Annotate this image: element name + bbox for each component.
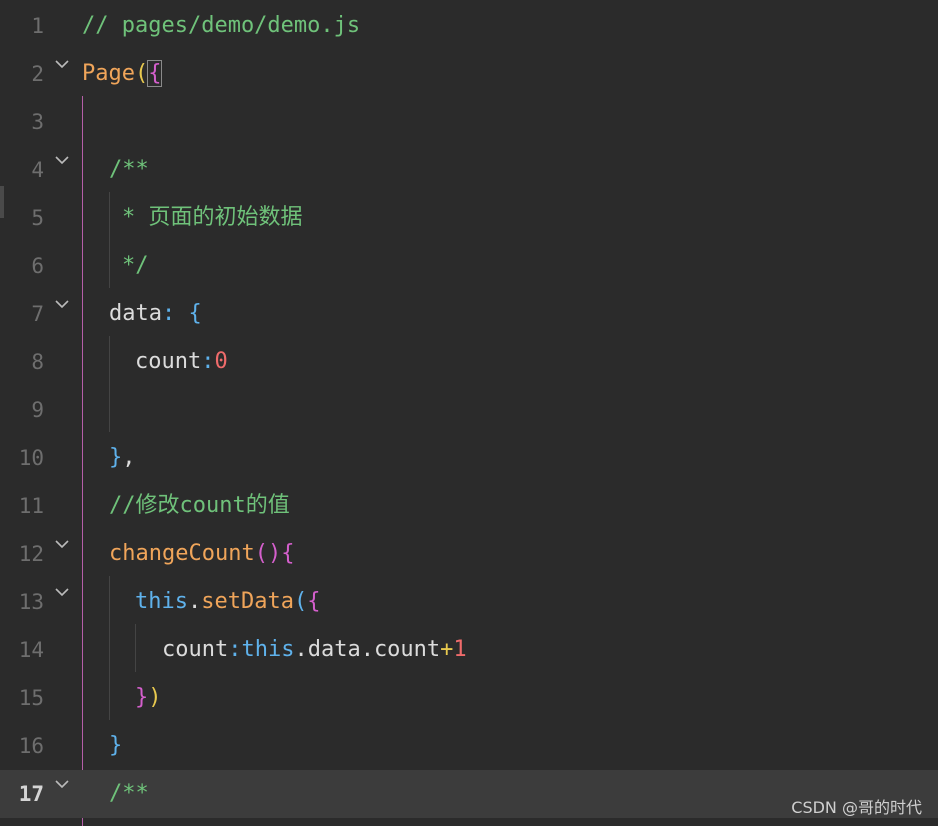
line-number: 9: [31, 398, 44, 422]
code-line[interactable]: 15 }): [0, 674, 938, 722]
line-number: 16: [18, 734, 44, 758]
code-text: },: [109, 444, 136, 472]
code-line[interactable]: 13 this.setData({: [0, 578, 938, 626]
comma: ,: [122, 445, 136, 470]
code-text: changeCount(){: [109, 540, 294, 568]
property-name: data: [109, 301, 162, 326]
line-number: 6: [31, 254, 44, 278]
code-line[interactable]: 11 //修改count的值: [0, 482, 938, 530]
code-line[interactable]: 12 changeCount(){: [0, 530, 938, 578]
comment-text: * 页面的初始数据: [122, 205, 303, 230]
paren: ): [148, 685, 162, 710]
comment-text: */: [122, 253, 149, 278]
code-line[interactable]: 6 */: [0, 242, 938, 290]
line-number: 17: [18, 782, 44, 806]
code-line[interactable]: 4 /**: [0, 146, 938, 194]
comment-text: /**: [109, 157, 149, 182]
brace: {: [147, 60, 163, 87]
line-number: 13: [18, 590, 44, 614]
number-literal: 1: [453, 637, 467, 662]
brace: }: [109, 733, 123, 758]
comment-text: // pages/demo/demo.js: [82, 13, 361, 38]
line-number: 1: [31, 14, 44, 38]
colon: :: [228, 637, 242, 662]
property-name: count: [162, 637, 229, 662]
brace: {: [307, 589, 321, 614]
code-line[interactable]: 8 count:0: [0, 338, 938, 386]
fold-chevron-icon[interactable]: [52, 54, 72, 74]
code-text: }): [135, 684, 162, 712]
brace: }: [135, 685, 149, 710]
line-number: 3: [31, 110, 44, 134]
line-number: 4: [31, 158, 44, 182]
code-editor[interactable]: 1 // pages/demo/demo.js 2 Page({ 3 4 /**…: [0, 0, 938, 826]
code-line[interactable]: 2 Page({: [0, 50, 938, 98]
colon: :: [161, 301, 176, 326]
code-text: this.setData({: [135, 588, 320, 616]
keyword-this: this: [241, 637, 295, 662]
method-name: setData: [201, 589, 294, 614]
number-literal: 0: [214, 349, 228, 374]
code-line[interactable]: 14 count:this.data.count+1: [0, 626, 938, 674]
code-line[interactable]: 9: [0, 386, 938, 434]
code-line[interactable]: 10 },: [0, 434, 938, 482]
code-text: data: {: [109, 300, 202, 328]
line-number: 8: [31, 350, 44, 374]
paren: (: [134, 61, 149, 86]
code-text: Page({: [82, 60, 163, 88]
line-number: 11: [18, 494, 44, 518]
code-line[interactable]: 3: [0, 98, 938, 146]
code-text: count:this.data.count+1: [162, 636, 467, 664]
brace: }: [109, 445, 123, 470]
fold-chevron-icon[interactable]: [52, 294, 72, 314]
parens: (): [254, 541, 282, 566]
fold-chevron-icon[interactable]: [52, 150, 72, 170]
function-name: Page: [82, 61, 135, 86]
function-name: changeCount: [109, 541, 255, 566]
dot: .: [187, 589, 202, 614]
code-text: count:0: [135, 348, 228, 376]
paren: (: [293, 589, 308, 614]
fold-chevron-icon[interactable]: [52, 534, 72, 554]
code-line[interactable]: 7 data: {: [0, 290, 938, 338]
line-number: 7: [31, 302, 44, 326]
operator: +: [440, 637, 454, 662]
comment-text: /**: [109, 781, 149, 806]
code-line[interactable]: 5 * 页面的初始数据: [0, 194, 938, 242]
line-number: 15: [18, 686, 44, 710]
brace: {: [281, 541, 295, 566]
code-line[interactable]: 16 }: [0, 722, 938, 770]
line-number: 5: [31, 206, 44, 230]
code-line[interactable]: 1 // pages/demo/demo.js: [0, 2, 938, 50]
property-name: count: [135, 349, 202, 374]
comment-text: //修改count的值: [109, 493, 290, 518]
line-number: 2: [31, 62, 44, 86]
watermark: CSDN @哥的时代: [791, 798, 922, 817]
member-access: .data.count: [294, 637, 441, 662]
line-number: 10: [18, 446, 44, 470]
colon: :: [201, 349, 215, 374]
line-number: 14: [18, 638, 44, 662]
fold-chevron-icon[interactable]: [52, 582, 72, 602]
keyword-this: this: [135, 589, 188, 614]
line-number: 12: [18, 542, 44, 566]
fold-chevron-icon[interactable]: [52, 774, 72, 794]
brace: {: [188, 301, 202, 326]
